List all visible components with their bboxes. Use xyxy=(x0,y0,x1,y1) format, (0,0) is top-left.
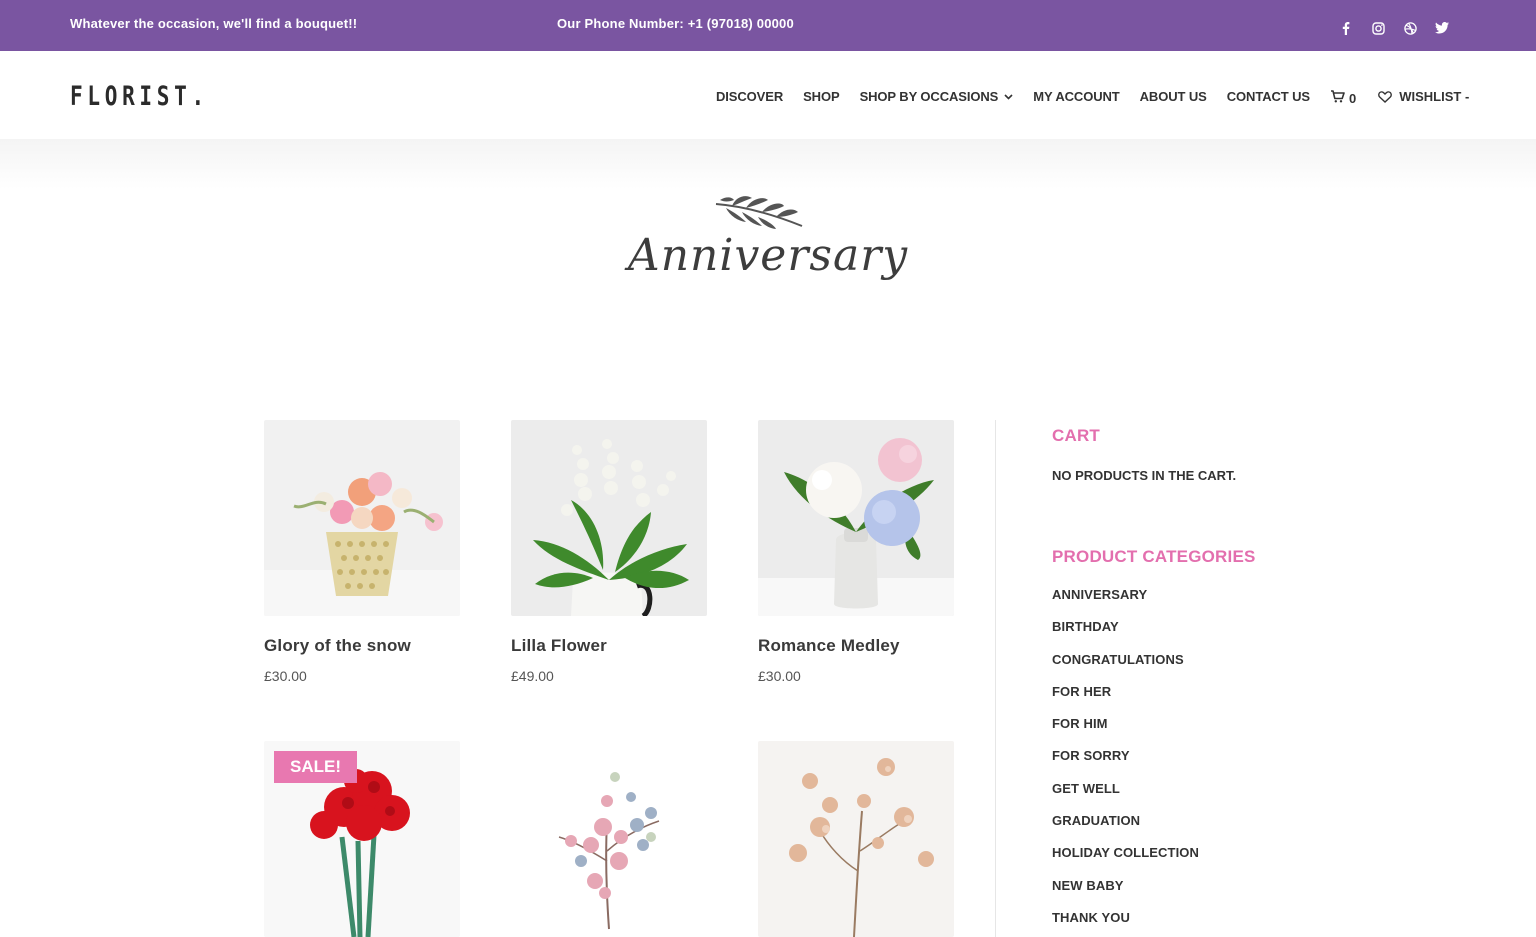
product-image[interactable] xyxy=(511,420,707,616)
categories-widget-title: PRODUCT CATEGORIES xyxy=(1052,547,1256,566)
category-link-anniversary[interactable]: ANNIVERSARY xyxy=(1052,587,1352,619)
page-title: Anniversary xyxy=(627,230,909,281)
product-card[interactable] xyxy=(511,741,707,937)
product-image[interactable] xyxy=(758,741,954,937)
tagline: Whatever the occasion, we'll find a bouq… xyxy=(70,16,358,31)
category-list: ANNIVERSARY BIRTHDAY CONGRATULATIONS FOR… xyxy=(1052,587,1352,937)
product-image[interactable]: SALE! xyxy=(264,741,460,937)
twitter-icon[interactable] xyxy=(1434,20,1450,36)
category-link-graduation[interactable]: GRADUATION xyxy=(1052,813,1352,845)
category-link-holiday-collection[interactable]: HOLIDAY COLLECTION xyxy=(1052,845,1352,877)
heart-icon xyxy=(1378,90,1393,103)
category-link-for-him[interactable]: FOR HIM xyxy=(1052,716,1352,748)
nav-about-us[interactable]: ABOUT US xyxy=(1140,89,1207,104)
chevron-down-icon xyxy=(1004,93,1013,100)
sale-badge: SALE! xyxy=(274,751,357,783)
nav-shop-by-occasions-label: SHOP BY OCCASIONS xyxy=(859,89,999,104)
product-name[interactable]: Glory of the snow xyxy=(264,636,460,656)
top-bar: Whatever the occasion, we'll find a bouq… xyxy=(0,0,1536,51)
product-card[interactable]: Romance Medley £30.00 xyxy=(758,420,954,684)
product-card[interactable]: SALE! xyxy=(264,741,460,937)
product-image[interactable] xyxy=(511,741,707,937)
product-card[interactable]: Glory of the snow £30.00 xyxy=(264,420,460,684)
nav-shop[interactable]: SHOP xyxy=(803,89,840,104)
social-links xyxy=(1338,20,1450,36)
category-link-thank-you[interactable]: THANK YOU xyxy=(1052,910,1352,937)
product-card[interactable]: Lilla Flower £49.00 xyxy=(511,420,707,684)
main-nav: DISCOVER SHOP SHOP BY OCCASIONS MY ACCOU… xyxy=(716,87,1469,106)
cart-button[interactable]: 0 xyxy=(1330,87,1356,106)
sidebar: CART NO PRODUCTS IN THE CART. PRODUCT CA… xyxy=(1052,426,1352,937)
instagram-icon[interactable] xyxy=(1370,20,1386,36)
nav-my-account[interactable]: MY ACCOUNT xyxy=(1033,89,1119,104)
category-link-new-baby[interactable]: NEW BABY xyxy=(1052,878,1352,910)
site-header: FLORIST. DISCOVER SHOP SHOP BY OCCASIONS… xyxy=(0,51,1536,139)
leaf-ornament-icon xyxy=(715,196,803,229)
nav-shop-by-occasions[interactable]: SHOP BY OCCASIONS xyxy=(860,89,1014,104)
wishlist-label: WISHLIST - xyxy=(1399,89,1470,104)
facebook-icon[interactable] xyxy=(1338,20,1354,36)
phone-number: Our Phone Number: +1 (97018) 00000 xyxy=(557,16,794,31)
cart-count: 0 xyxy=(1349,91,1357,106)
sidebar-divider xyxy=(995,420,996,937)
product-price: £49.00 xyxy=(511,668,554,684)
cart-empty-message: NO PRODUCTS IN THE CART. xyxy=(1052,468,1237,483)
cart-icon xyxy=(1331,90,1345,103)
category-link-get-well[interactable]: GET WELL xyxy=(1052,781,1352,813)
category-link-birthday[interactable]: BIRTHDAY xyxy=(1052,619,1352,651)
site-logo[interactable]: FLORIST. xyxy=(70,81,209,112)
nav-discover[interactable]: DISCOVER xyxy=(716,89,783,104)
product-image[interactable] xyxy=(264,420,460,616)
product-name[interactable]: Lilla Flower xyxy=(511,636,707,656)
product-image[interactable] xyxy=(758,420,954,616)
product-card[interactable] xyxy=(758,741,954,937)
product-price: £30.00 xyxy=(264,668,307,684)
category-link-for-sorry[interactable]: FOR SORRY xyxy=(1052,748,1352,780)
wishlist-button[interactable]: WISHLIST - xyxy=(1378,89,1469,104)
dribbble-icon[interactable] xyxy=(1402,20,1418,36)
nav-contact-us[interactable]: CONTACT US xyxy=(1227,89,1310,104)
product-name[interactable]: Romance Medley xyxy=(758,636,954,656)
cart-widget-title: CART xyxy=(1052,426,1101,445)
category-link-for-her[interactable]: FOR HER xyxy=(1052,684,1352,716)
category-link-congratulations[interactable]: CONGRATULATIONS xyxy=(1052,652,1352,684)
product-price: £30.00 xyxy=(758,668,801,684)
